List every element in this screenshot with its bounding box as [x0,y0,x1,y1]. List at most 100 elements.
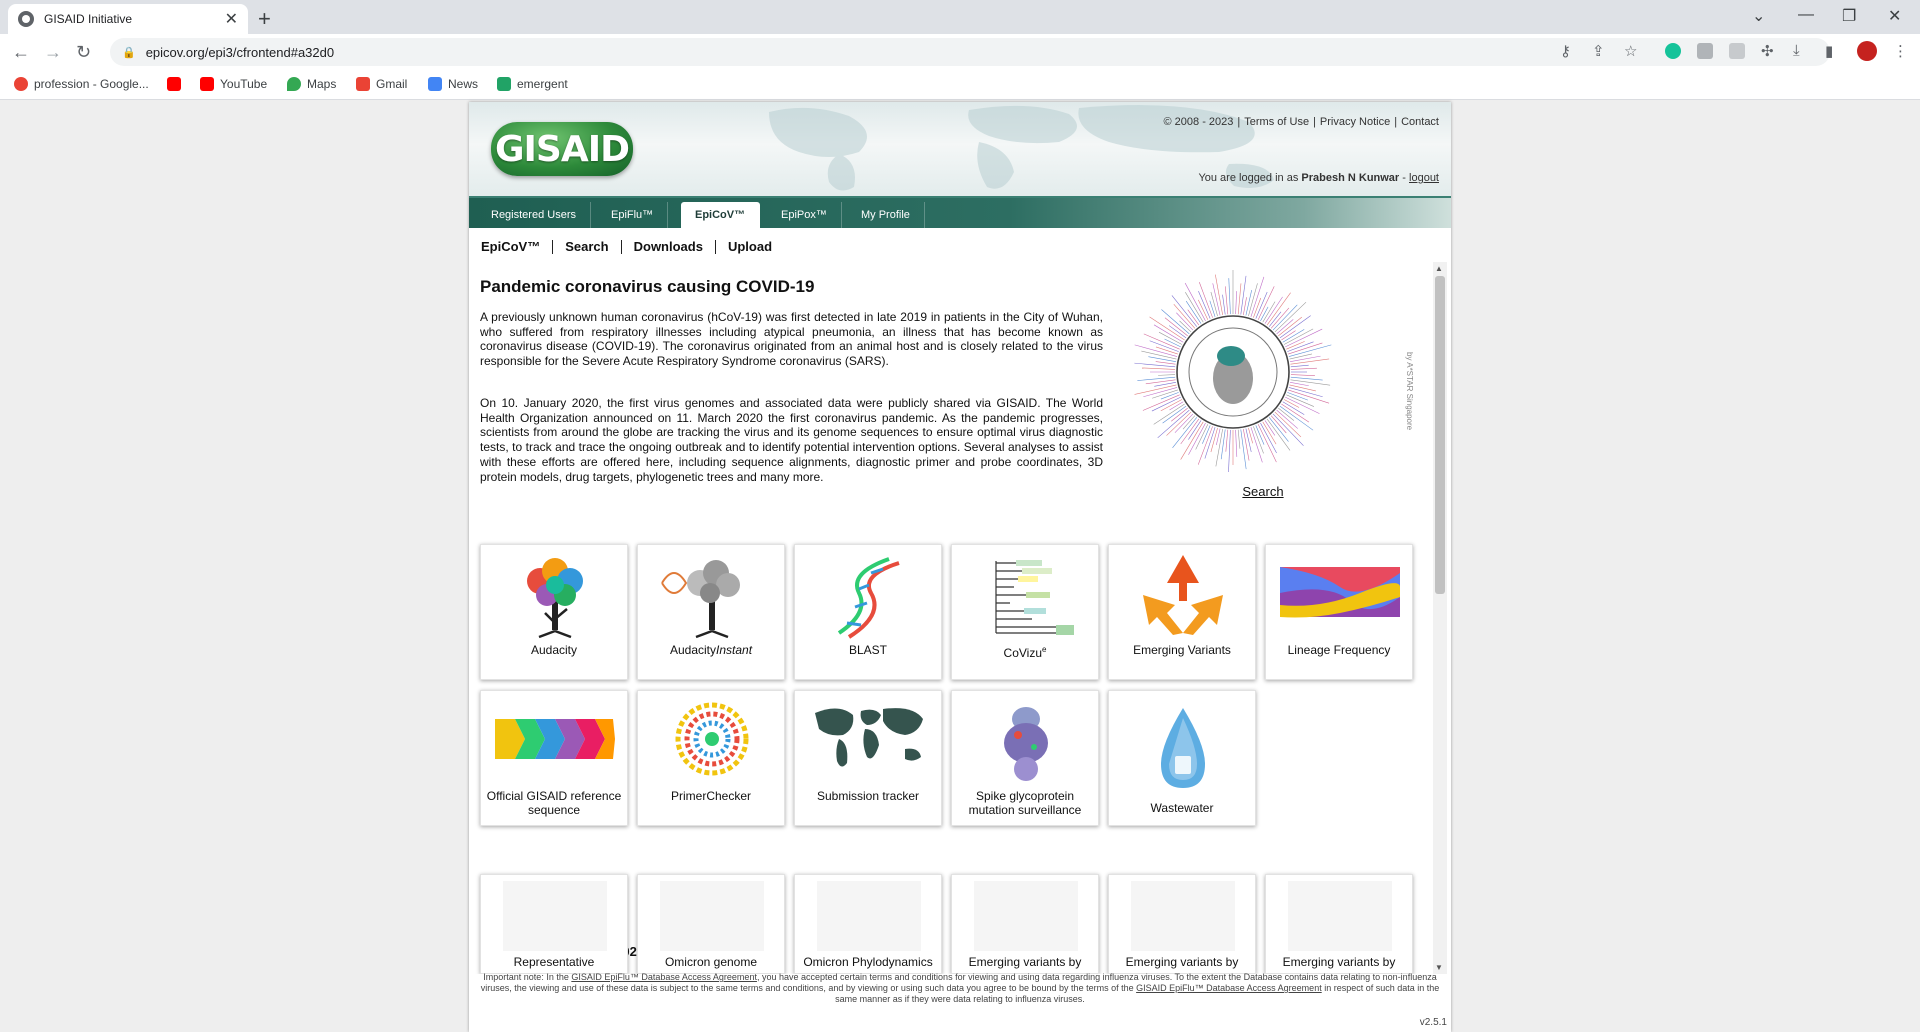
url-text: epicov.org/epi3/cfrontend#a32d0 [145,44,335,60]
tool-submission-tracker[interactable]: Submission tracker [794,690,942,826]
subnav-upload[interactable]: Upload [716,240,784,254]
back-icon[interactable]: ← [12,42,30,63]
subnav-search[interactable]: Search [553,240,622,254]
tab-epipox[interactable]: EpiPox™ [767,202,842,230]
bookmark-emergent[interactable]: emergent [497,77,568,91]
version-label: v2.5.1 [1419,1017,1447,1028]
analysis-thumbnail [817,881,921,951]
tree-search-link[interactable]: Search [1213,484,1313,499]
side-panel-icon[interactable]: ▮ [1825,42,1833,60]
access-agreement-link-1[interactable]: GISAID EpiFlu™ Database Access Agreement [571,972,757,982]
minimize-icon[interactable]: — [1798,6,1814,24]
intro-paragraph-1: A previously unknown human coronavirus (… [480,310,1103,369]
logout-link[interactable]: logout [1409,172,1439,184]
tool-blast[interactable]: BLAST [794,544,942,680]
bookmark-maps[interactable]: Maps [287,77,336,91]
browser-menu-icon[interactable]: ⋮ [1893,42,1908,60]
tree-branch [1262,421,1277,445]
tool-lineage-frequency[interactable]: Lineage Frequency [1265,544,1413,680]
analysis-omicron-phylodynamics[interactable]: Omicron Phylodynamics [794,874,942,974]
tab-my-profile[interactable]: My Profile [847,202,925,230]
tree-branch [1240,275,1247,315]
tool-audacity-instant[interactable]: AudacityInstant [637,544,785,680]
lock-icon[interactable]: 🔒 [122,46,136,59]
bookmark-news[interactable]: News [428,77,478,91]
tree-branch [1228,429,1231,472]
analysis-representative[interactable]: Representative [480,874,628,974]
new-tab-icon[interactable]: + [258,6,271,32]
tool-covizu[interactable]: CoVizue [951,544,1099,680]
analysis-emerging-variants-3[interactable]: Emerging variants by [1265,874,1413,974]
logo-text: GISAID [494,128,630,170]
scroll-down-icon[interactable]: ▼ [1435,963,1443,972]
browser-tab[interactable]: GISAID Initiative ✕ [8,4,248,34]
tree-branch [1195,424,1209,450]
covizu-label: CoVizu [1003,646,1042,660]
tab-search-icon[interactable]: ⌄ [1752,6,1765,26]
bookmark-youtube-icon-only[interactable] [167,77,187,91]
address-bar[interactable]: 🔒 epicov.org/epi3/cfrontend#a32d0 [110,38,1830,66]
tab-epiflu[interactable]: EpiFlu™ [597,202,669,230]
tool-primerchecker[interactable]: PrimerChecker [637,690,785,826]
tree-branch [1240,429,1247,470]
contact-link[interactable]: Contact [1401,116,1439,128]
bookmark-youtube[interactable]: YouTube [200,77,267,91]
forward-icon[interactable]: → [44,42,62,63]
tree-branch [1164,338,1181,348]
tree-branch [1243,297,1247,315]
tree-branch [1276,319,1294,335]
tree-branch [1176,312,1194,331]
bookmark-label: YouTube [220,77,268,91]
terms-link[interactable]: Terms of Use [1244,116,1309,128]
bookmark-gmail[interactable]: Gmail [356,77,407,91]
extension-icon-2[interactable] [1697,43,1713,59]
bookmark-star-icon[interactable]: ☆ [1624,42,1637,60]
scrollbar-thumb[interactable] [1435,276,1445,594]
access-agreement-link-2[interactable]: GISAID EpiFlu™ Database Access Agreement [1136,983,1322,993]
reload-icon[interactable]: ↻ [76,42,91,63]
translate-extension-icon[interactable] [1729,43,1745,59]
header-links: © 2008 - 2023 | Terms of Use | Privacy Notic… [1163,116,1439,128]
tool-label: Lineage Frequency [1287,643,1391,657]
tree-branch [1282,329,1305,343]
gisaid-logo[interactable]: GISAID [491,122,633,176]
profile-avatar[interactable] [1857,41,1877,61]
tool-reference-sequence[interactable]: Official GISAID reference sequence [480,690,628,826]
water-drop-icon [1161,708,1205,788]
grammarly-extension-icon[interactable] [1665,43,1681,59]
tab-epicov[interactable]: EpiCoV™ [681,202,761,230]
tool-wastewater[interactable]: Wastewater [1108,690,1256,826]
key-icon[interactable]: ⚷ [1560,42,1571,60]
tree-branch [1260,306,1269,322]
window-close-icon[interactable]: ✕ [1888,6,1901,26]
subnav-downloads[interactable]: Downloads [622,240,716,254]
tool-audacity[interactable]: Audacity [480,544,628,680]
tool-label: Emerging Variants [1133,643,1231,657]
tree-branch [1253,297,1262,318]
restore-icon[interactable]: ❐ [1842,6,1856,26]
tab-registered-users[interactable]: Registered Users [477,202,591,230]
privacy-link[interactable]: Privacy Notice [1320,116,1390,128]
tool-emerging-variants[interactable]: Emerging Variants [1108,544,1256,680]
extensions-puzzle-icon[interactable]: ✣ [1761,42,1774,60]
download-icon[interactable]: ⤓ [1793,42,1800,59]
bookmark-profession[interactable]: profession - Google... [14,77,149,91]
tree-branch [1290,364,1309,368]
analysis-thumbnail [503,881,607,951]
tree-branch [1235,429,1238,457]
phylogenetic-tree-image[interactable]: by A*STAR Singapore [1121,262,1413,472]
login-status: You are logged in as Prabesh N Kunwar - … [1198,172,1439,184]
analysis-emerging-variants-1[interactable]: Emerging variants by [951,874,1099,974]
analysis-label: Omicron Phylodynamics [803,955,933,969]
analysis-emerging-variants-2[interactable]: Emerging variants by [1108,874,1256,974]
tree-branch [1282,401,1305,415]
bookmark-label: News [448,77,479,91]
analysis-omicron-genome[interactable]: Omicron genome [637,874,785,974]
site-header: GISAID © 2008 - 2023 | Terms of Use | Privac… [469,102,1451,196]
close-tab-icon[interactable]: ✕ [225,9,238,29]
scroll-up-icon[interactable]: ▲ [1435,264,1443,273]
content-scrollbar[interactable]: ▲ ▼ [1433,262,1447,974]
share-icon[interactable]: ⇪ [1592,42,1605,60]
subnav-epicov[interactable]: EpiCoV™ [481,240,554,254]
tool-spike-surveillance[interactable]: Spike glycoprotein mutation surveillance [951,690,1099,826]
